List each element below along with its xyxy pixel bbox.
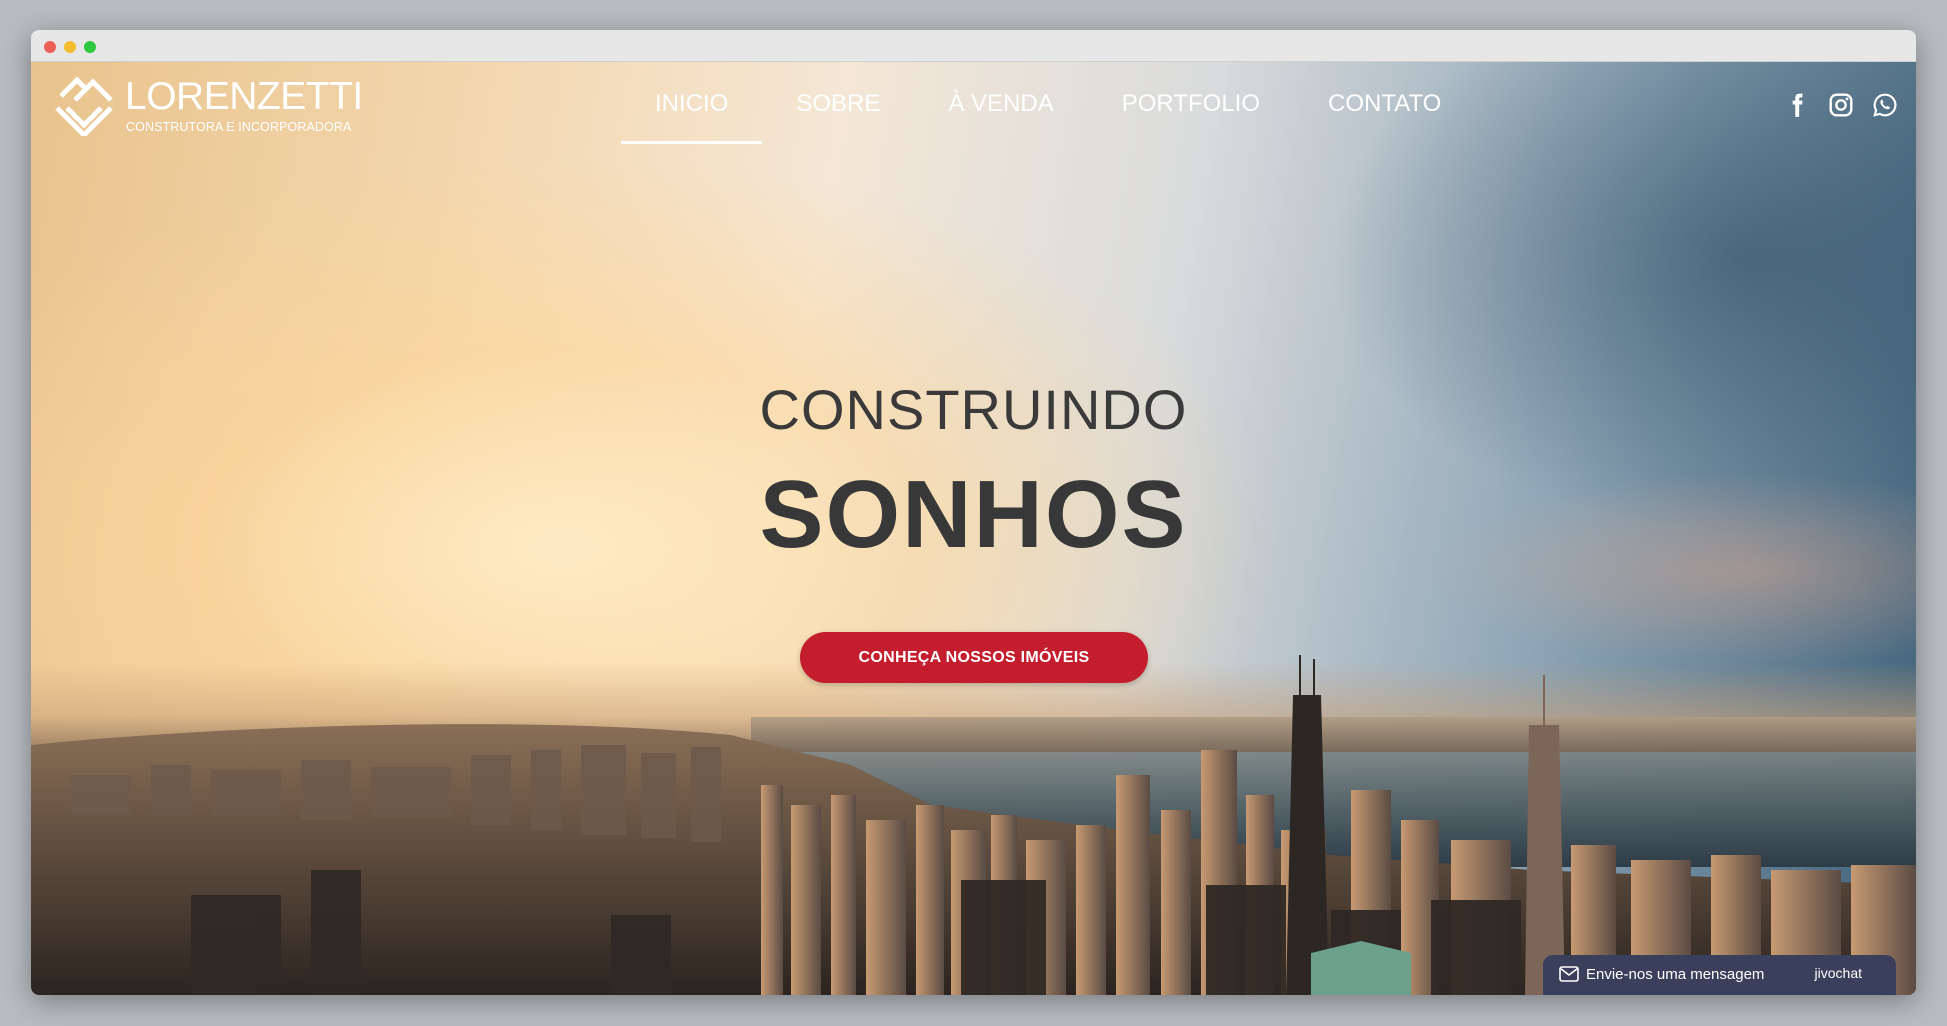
nav-item-portfolio[interactable]: PORTFOLIO (1088, 86, 1294, 144)
instagram-icon[interactable] (1828, 92, 1854, 118)
chat-label: Envie-nos uma mensagem (1586, 966, 1765, 983)
nav-item-a-venda[interactable]: À VENDA (914, 86, 1087, 144)
logo-diamond-icon (55, 76, 113, 136)
maximize-window-button[interactable] (84, 41, 96, 53)
brand-name: LORENZETTI (125, 75, 363, 118)
view-properties-button[interactable]: CONHEÇA NOSSOS IMÓVEIS (800, 632, 1148, 683)
brand-tagline: CONSTRUTORA E INCORPORADORA (126, 120, 352, 134)
hero-title-line2: SONHOS (759, 461, 1188, 568)
facebook-icon[interactable] (1784, 92, 1810, 118)
social-links (1784, 92, 1898, 118)
nav-item-contato[interactable]: CONTATO (1294, 86, 1475, 144)
window-titlebar (31, 30, 1916, 62)
city-skyline-image (31, 655, 1916, 995)
close-window-button[interactable] (44, 41, 56, 53)
brand-logo[interactable]: LORENZETTI CONSTRUTORA E INCORPORADORA (53, 74, 363, 136)
minimize-window-button[interactable] (64, 41, 76, 53)
main-navigation: INICIO SOBRE À VENDA PORTFOLIO CONTATO (621, 86, 1475, 144)
envelope-icon (1559, 966, 1579, 982)
chat-widget[interactable]: Envie-nos uma mensagem jivochat (1543, 955, 1896, 995)
browser-window: LORENZETTI CONSTRUTORA E INCORPORADORA I… (31, 30, 1916, 995)
hero-section: LORENZETTI CONSTRUTORA E INCORPORADORA I… (31, 62, 1916, 995)
nav-item-sobre[interactable]: SOBRE (762, 86, 914, 144)
chat-brand: jivochat (1814, 965, 1862, 981)
hero-title-line1: CONSTRUINDO (759, 378, 1188, 441)
nav-item-inicio[interactable]: INICIO (621, 86, 763, 144)
whatsapp-icon[interactable] (1872, 92, 1898, 118)
